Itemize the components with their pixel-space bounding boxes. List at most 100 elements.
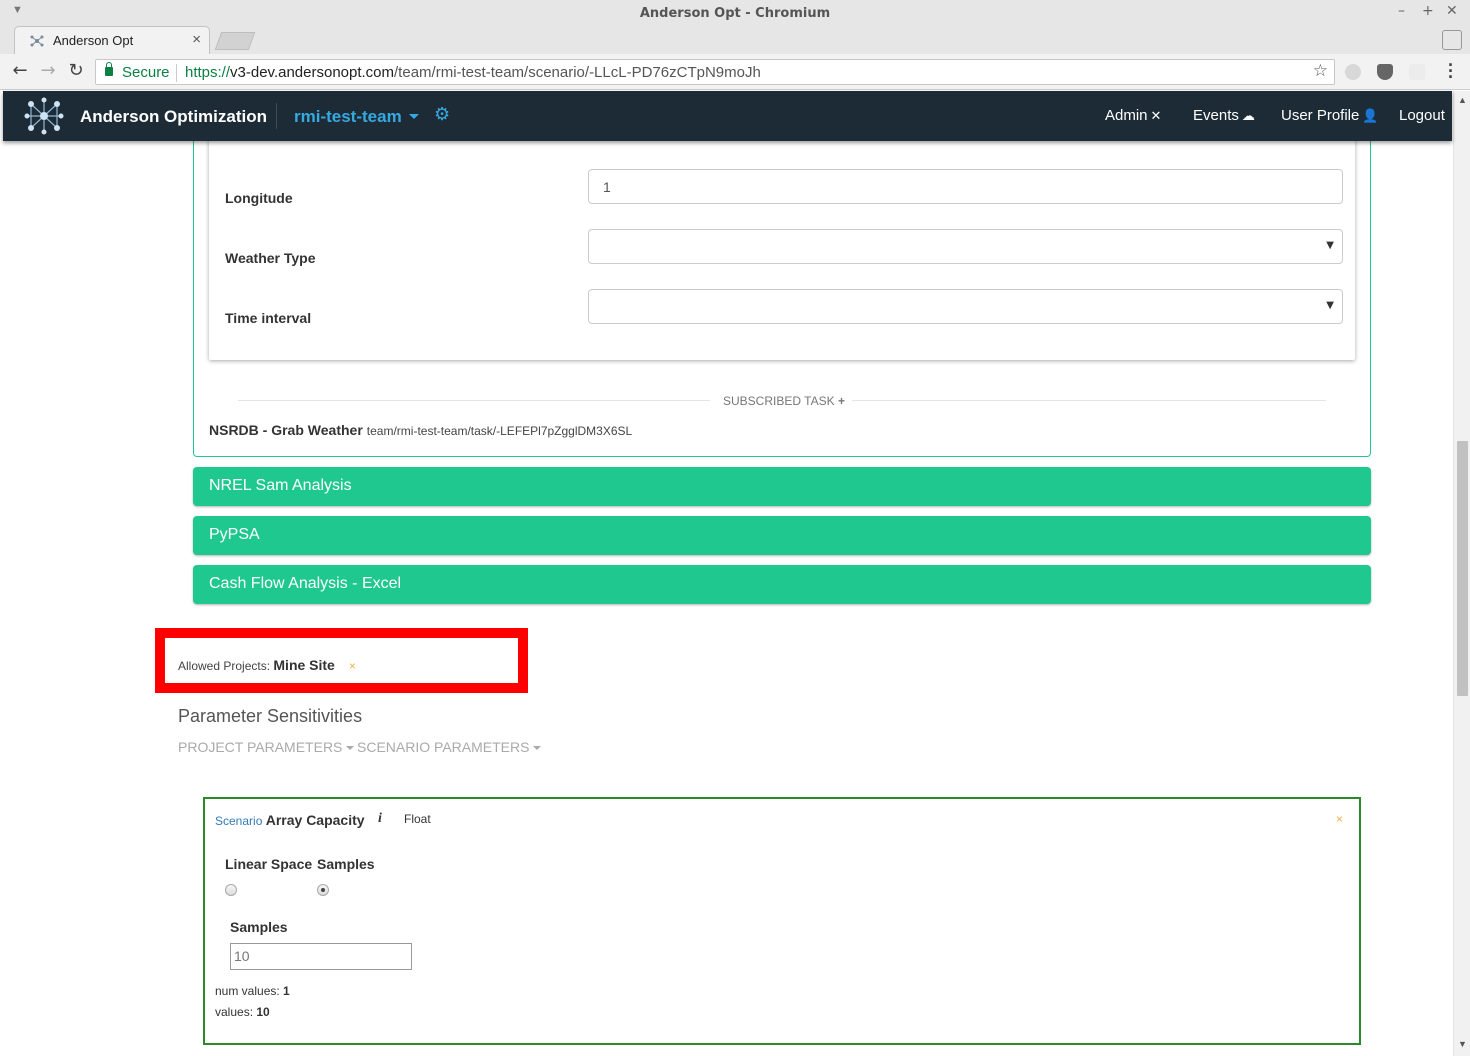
secure-label: Secure xyxy=(122,64,170,81)
num-values-label: num values: xyxy=(215,984,280,998)
num-values: num values: 1 xyxy=(215,984,290,998)
subscribed-task-header[interactable]: SUBSCRIBED TASK + xyxy=(723,394,845,408)
url-path: /team/rmi-test-team/scenario/-LLcL-PD76z… xyxy=(394,64,761,81)
linear-space-radio[interactable] xyxy=(225,884,237,896)
linear-space-label: Linear Space xyxy=(225,856,313,872)
app-favicon-icon xyxy=(30,35,44,47)
remove-project-icon[interactable]: × xyxy=(349,659,356,673)
address-bar[interactable]: Secure https://v3-dev.andersonopt.com/te… xyxy=(95,59,1335,85)
remove-sensitivity-icon[interactable]: × xyxy=(1336,812,1343,826)
cloud-icon: ☁ xyxy=(1241,109,1255,124)
anderson-logo-icon[interactable] xyxy=(23,96,65,136)
caret-down-icon xyxy=(533,746,542,751)
caret-down-icon xyxy=(346,746,355,751)
new-tab-button[interactable] xyxy=(214,32,256,50)
samples-input[interactable]: 10 xyxy=(230,943,412,970)
reload-icon[interactable]: ↻ xyxy=(65,60,87,82)
task-panel-title: Cash Flow Analysis - Excel xyxy=(209,575,402,592)
browser-toolbar: ← → ↻ Secure https://v3-dev.andersonopt.… xyxy=(0,54,1470,90)
user-icon: 👤 xyxy=(1362,109,1379,124)
tab-close-icon[interactable]: × xyxy=(192,31,201,48)
task-panel-title: NREL Sam Analysis xyxy=(209,477,352,494)
lock-icon xyxy=(105,62,113,76)
extension-icon-2[interactable] xyxy=(1409,64,1425,80)
nav-user-profile[interactable]: User Profile 👤 xyxy=(1281,107,1379,124)
subscribed-task-label: SUBSCRIBED TASK xyxy=(723,394,835,408)
task-panel-cash-flow[interactable]: Cash Flow Analysis - Excel xyxy=(193,565,1371,604)
time-interval-label: Time interval xyxy=(225,310,312,326)
tab-strip: Anderson Opt × xyxy=(0,26,1470,54)
time-interval-select[interactable]: ▼ xyxy=(588,289,1343,324)
values-label: values: xyxy=(215,1005,254,1019)
nav-logout[interactable]: Logout xyxy=(1399,107,1445,124)
samples-label: Samples xyxy=(230,919,288,935)
team-settings-gear-icon[interactable]: ⚙ xyxy=(434,104,450,125)
address-separator xyxy=(176,64,177,82)
close-window-icon[interactable]: ✕ xyxy=(1446,3,1458,19)
sensitivity-scope: Scenario xyxy=(215,814,263,828)
window-titlebar: ▼ Anderson Opt - Chromium – + ✕ xyxy=(0,0,1470,26)
subscribed-task-name: NSRDB - Grab Weather xyxy=(209,422,363,438)
browser-menu-icon[interactable]: · · · xyxy=(1448,56,1454,86)
weather-type-label: Weather Type xyxy=(225,250,316,266)
project-parameters-dropdown[interactable]: PROJECT PARAMETERS xyxy=(178,739,355,755)
add-subscribed-task-icon[interactable]: + xyxy=(838,394,845,408)
info-icon[interactable]: i xyxy=(378,811,382,827)
page-scrollbar[interactable]: ▲ ▼ xyxy=(1453,91,1470,1056)
subscribed-task[interactable]: NSRDB - Grab Weather team/rmi-test-team/t… xyxy=(209,422,632,438)
longitude-input[interactable]: 1 xyxy=(588,169,1343,204)
scenario-parameters-dropdown[interactable]: SCENARIO PARAMETERS xyxy=(357,739,542,755)
task-panel-nrel-sam[interactable]: NREL Sam Analysis xyxy=(193,467,1371,506)
sensitivity-parameter-name: Array Capacity xyxy=(265,812,365,828)
chevron-down-icon: ▼ xyxy=(1326,240,1334,251)
sensitivity-type: Float xyxy=(404,812,431,826)
window-title: Anderson Opt - Chromium xyxy=(639,6,831,21)
nav-profile-label: User Profile xyxy=(1281,107,1360,124)
extension-icon[interactable] xyxy=(1345,64,1361,80)
tab-title: Anderson Opt xyxy=(53,33,134,48)
nav-divider xyxy=(276,103,277,129)
allowed-projects-label: Allowed Projects: xyxy=(178,659,271,673)
url-host: v3-dev.andersonopt.com xyxy=(230,64,395,81)
allowed-project-name: Mine Site xyxy=(273,657,335,673)
back-icon[interactable]: ← xyxy=(9,60,31,82)
team-selector[interactable]: rmi-test-team xyxy=(294,107,402,127)
minimize-icon[interactable]: – xyxy=(1398,3,1405,19)
subscribed-divider-left xyxy=(238,400,710,401)
values-value: 10 xyxy=(256,1005,270,1019)
browser-profile-icon[interactable] xyxy=(1442,30,1462,50)
bookmark-star-icon[interactable]: ☆ xyxy=(1313,61,1328,81)
tools-icon: ✕ xyxy=(1150,109,1162,124)
samples-radio[interactable] xyxy=(317,884,329,896)
maximize-icon[interactable]: + xyxy=(1422,3,1434,19)
longitude-label: Longitude xyxy=(225,190,293,206)
longitude-value: 1 xyxy=(603,179,611,195)
sensitivity-card xyxy=(203,797,1361,1045)
allowed-projects: Allowed Projects: Mine Site × xyxy=(178,657,356,673)
chevron-down-icon: ▼ xyxy=(1326,300,1334,311)
nav-events[interactable]: Events ☁ xyxy=(1193,107,1255,124)
browser-tab[interactable]: Anderson Opt × xyxy=(14,26,210,54)
project-parameters-label: PROJECT PARAMETERS xyxy=(178,739,343,755)
samples-input-value: 10 xyxy=(234,948,250,964)
nav-events-label: Events xyxy=(1193,107,1239,124)
forward-icon[interactable]: → xyxy=(37,60,59,82)
team-caret-icon[interactable] xyxy=(409,114,419,119)
scroll-up-icon[interactable]: ▲ xyxy=(1458,95,1467,105)
task-panel-pypsa[interactable]: PyPSA xyxy=(193,516,1371,555)
values: values: 10 xyxy=(215,1005,270,1019)
url-text[interactable]: https://v3-dev.andersonopt.com/team/rmi-… xyxy=(185,64,761,81)
sensitivity-header: Scenario Array Capacity xyxy=(215,812,365,828)
shield-icon[interactable] xyxy=(1377,64,1393,80)
app-navbar: Anderson Optimization rmi-test-team ⚙ Ad… xyxy=(3,91,1452,141)
subscribed-divider-right xyxy=(852,400,1326,401)
nav-admin-label: Admin xyxy=(1105,107,1148,124)
scroll-down-icon[interactable]: ▼ xyxy=(1458,1039,1467,1049)
subscribed-task-path: team/rmi-test-team/task/-LEFEPl7pZgglDM3… xyxy=(366,424,633,438)
scrollbar-thumb[interactable] xyxy=(1457,441,1468,696)
weather-type-select[interactable]: ▼ xyxy=(588,229,1343,264)
nav-admin[interactable]: Admin ✕ xyxy=(1105,107,1161,124)
scenario-parameters-label: SCENARIO PARAMETERS xyxy=(357,739,530,755)
url-scheme: https:// xyxy=(185,64,231,81)
app-brand[interactable]: Anderson Optimization xyxy=(80,107,267,127)
